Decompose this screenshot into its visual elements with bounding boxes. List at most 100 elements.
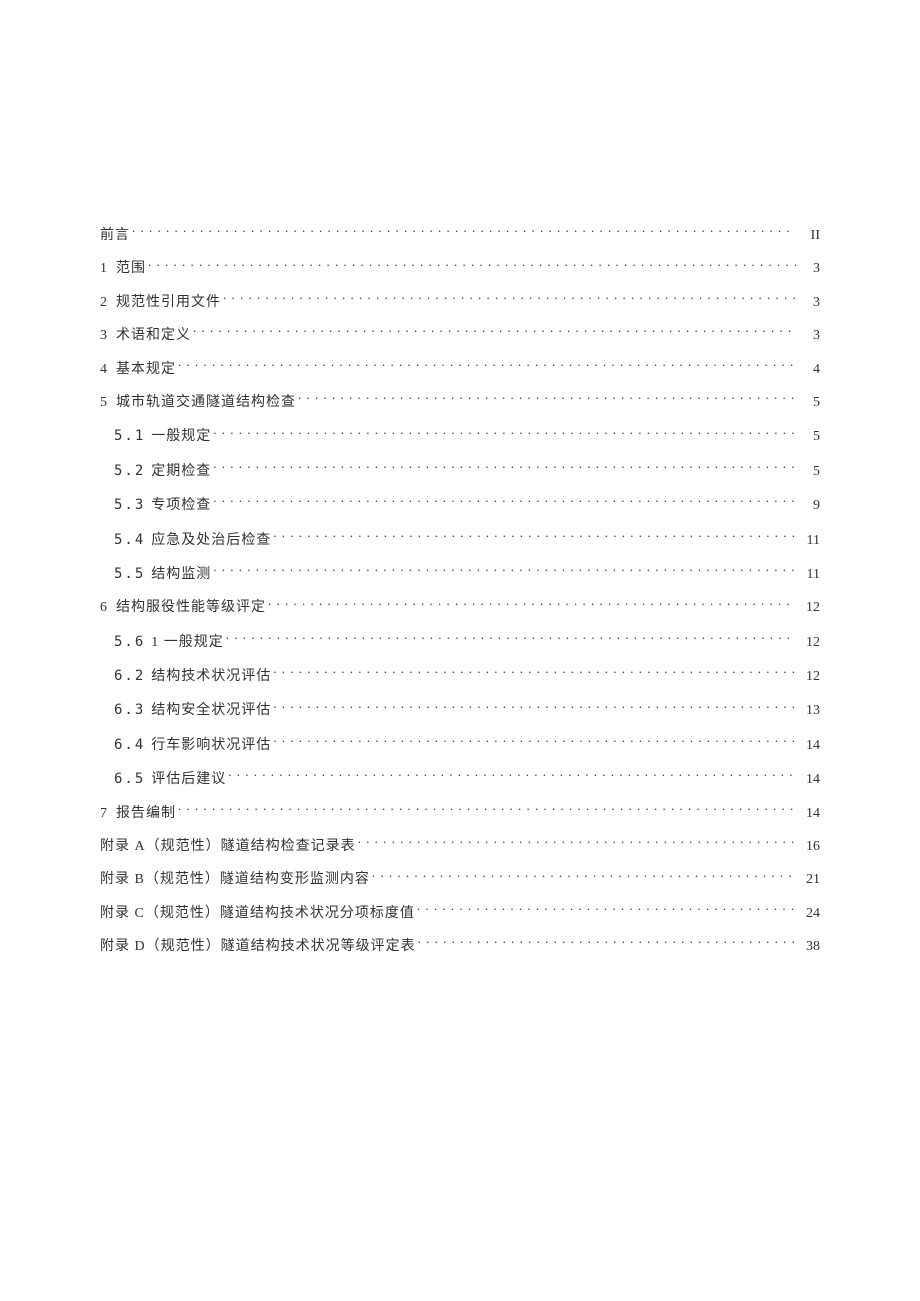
- toc-entry: 5.4应急及处治后检查 11: [100, 529, 820, 552]
- toc-entry-number: 5.3: [114, 494, 151, 516]
- toc-entry-page: 5: [798, 426, 820, 448]
- toc-entry-title: 范围: [116, 258, 146, 280]
- toc-entry-title: 基本规定: [116, 359, 176, 381]
- toc-entry-number: 6.5: [114, 768, 151, 790]
- table-of-contents: 前言II1范围32规范性引用文件33术语和定义34基本规定45城市轨道交通隧道结…: [100, 225, 820, 959]
- toc-entry: 附录 B（规范性）隧道结构变形监测内容 21: [100, 869, 820, 891]
- toc-entry-number: 5.1: [114, 425, 151, 447]
- toc-entry-page: 4: [798, 359, 820, 381]
- toc-leader-dots: [223, 292, 796, 306]
- toc-entry: 1范围 3: [100, 258, 820, 280]
- toc-entry-title: 结构服役性能等级评定: [116, 597, 266, 619]
- toc-entry-title: 行车影响状况评估: [151, 735, 271, 757]
- toc-leader-dots: [273, 700, 796, 714]
- toc-entry-title: 前言: [100, 225, 130, 247]
- toc-entry-number: 1: [100, 258, 116, 280]
- toc-entry-title: 一般规定: [151, 426, 211, 448]
- toc-leader-dots: [178, 359, 796, 373]
- toc-entry-number: 6: [100, 597, 116, 619]
- toc-entry-title: 专项检查: [151, 495, 211, 517]
- toc-entry-page: 11: [798, 564, 820, 586]
- toc-entry-page: II: [798, 225, 820, 247]
- toc-entry-title: 附录 A（规范性）隧道结构检查记录表: [100, 836, 356, 858]
- toc-leader-dots: [226, 632, 796, 646]
- toc-entry-number: 2: [100, 292, 116, 314]
- toc-leader-dots: [358, 836, 796, 850]
- toc-leader-dots: [418, 936, 796, 950]
- toc-entry-number: 6.3: [114, 699, 151, 721]
- toc-leader-dots: [213, 495, 796, 509]
- toc-entry-page: 11: [798, 530, 820, 552]
- toc-entry-number: 6.2: [114, 665, 151, 687]
- toc-entry-page: 12: [798, 632, 820, 654]
- toc-entry-number: 5.5: [114, 563, 151, 585]
- toc-entry: 6.3结构安全状况评估 13: [100, 699, 820, 722]
- toc-entry-number: 3: [100, 325, 116, 347]
- toc-entry-title: 术语和定义: [116, 325, 191, 347]
- toc-entry-page: 38: [798, 936, 820, 958]
- toc-leader-dots: [417, 903, 796, 917]
- toc-entry-page: 12: [798, 666, 820, 688]
- toc-entry: 5.61 一般规定 12: [100, 631, 820, 654]
- toc-entry: 4基本规定4: [100, 359, 820, 381]
- toc-leader-dots: [273, 530, 796, 544]
- toc-entry-title: 城市轨道交通隧道结构检查: [116, 392, 296, 414]
- toc-entry: 6.4行车影响状况评估 14: [100, 734, 820, 757]
- toc-entry-page: 3: [798, 258, 820, 280]
- toc-entry-title: 1 一般规定: [151, 632, 224, 654]
- toc-entry-page: 13: [798, 700, 820, 722]
- toc-entry-page: 14: [798, 735, 820, 757]
- toc-entry-page: 3: [798, 325, 820, 347]
- toc-entry: 5.3专项检查9: [100, 494, 820, 517]
- toc-entry-number: 6.4: [114, 734, 151, 756]
- toc-entry-title: 附录 B（规范性）隧道结构变形监测内容: [100, 869, 370, 891]
- toc-entry-number: 5: [100, 392, 116, 414]
- toc-entry-title: 附录 C（规范性）隧道结构技术状况分项标度值: [100, 903, 415, 925]
- toc-entry-title: 结构技术状况评估: [151, 666, 271, 688]
- toc-entry-title: 定期检查: [151, 461, 211, 483]
- toc-leader-dots: [213, 564, 796, 578]
- toc-leader-dots: [213, 426, 796, 440]
- toc-entry-page: 5: [798, 461, 820, 483]
- toc-entry-number: 5.2: [114, 460, 151, 482]
- toc-entry-title: 评估后建议: [151, 769, 226, 791]
- toc-entry-page: 21: [798, 869, 820, 891]
- toc-entry-page: 16: [798, 836, 820, 858]
- toc-entry-page: 5: [798, 392, 820, 414]
- toc-leader-dots: [193, 325, 796, 339]
- toc-leader-dots: [132, 225, 796, 239]
- toc-entry: 前言 II: [100, 225, 820, 247]
- toc-entry-number: 7: [100, 803, 116, 825]
- toc-leader-dots: [273, 666, 796, 680]
- toc-entry: 5.2定期检查 5: [100, 460, 820, 483]
- toc-entry: 6结构服役性能等级评定 12: [100, 597, 820, 619]
- toc-entry-page: 3: [798, 292, 820, 314]
- toc-entry: 附录 A（规范性）隧道结构检查记录表 16: [100, 836, 820, 858]
- toc-entry-title: 结构监测: [151, 564, 211, 586]
- toc-entry-number: 5.4: [114, 529, 151, 551]
- toc-entry: 5城市轨道交通隧道结构检查5: [100, 392, 820, 414]
- toc-entry: 附录 D（规范性）隧道结构技术状况等级评定表 38: [100, 936, 820, 958]
- toc-entry-title: 结构安全状况评估: [151, 700, 271, 722]
- toc-entry: 5.1一般规定 5: [100, 425, 820, 448]
- toc-leader-dots: [228, 769, 796, 783]
- toc-leader-dots: [148, 258, 796, 272]
- toc-leader-dots: [268, 597, 796, 611]
- toc-entry-title: 规范性引用文件: [116, 292, 221, 314]
- toc-entry-title: 报告编制: [116, 803, 176, 825]
- toc-leader-dots: [273, 735, 796, 749]
- toc-entry: 6.5评估后建议14: [100, 768, 820, 791]
- toc-entry-page: 14: [798, 803, 820, 825]
- toc-entry-title: 附录 D（规范性）隧道结构技术状况等级评定表: [100, 936, 416, 958]
- toc-entry: 附录 C（规范性）隧道结构技术状况分项标度值 24: [100, 903, 820, 925]
- toc-entry-page: 24: [798, 903, 820, 925]
- toc-entry-page: 12: [798, 597, 820, 619]
- toc-entry-number: 4: [100, 359, 116, 381]
- toc-leader-dots: [372, 869, 796, 883]
- toc-entry: 6.2结构技术状况评估 12: [100, 665, 820, 688]
- toc-entry-number: 5.6: [114, 631, 151, 653]
- toc-entry-title: 应急及处治后检查: [151, 530, 271, 552]
- toc-entry: 3术语和定义3: [100, 325, 820, 347]
- document-page: 前言II1范围32规范性引用文件33术语和定义34基本规定45城市轨道交通隧道结…: [0, 0, 920, 1301]
- toc-entry: 5.5结构监测 11: [100, 563, 820, 586]
